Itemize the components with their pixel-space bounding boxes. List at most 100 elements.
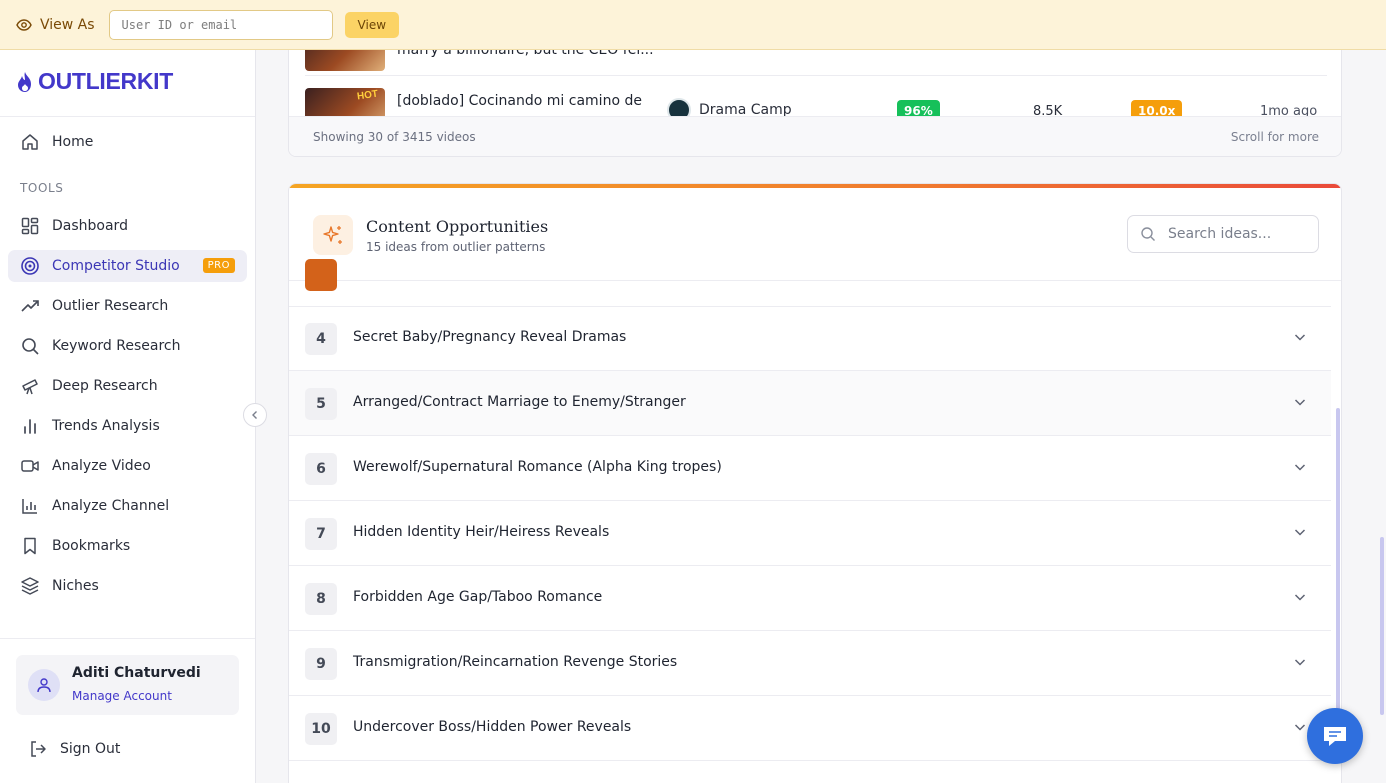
- telescope-icon: [20, 376, 40, 396]
- user-avatar-icon: [28, 669, 60, 701]
- idea-title: Arranged/Contract Marriage to Enemy/Stra…: [353, 394, 686, 410]
- sidebar-item-label: Analyze Video: [52, 458, 151, 474]
- sign-out-label: Sign Out: [60, 741, 121, 757]
- bookmark-icon: [20, 536, 40, 556]
- eye-icon: [16, 17, 32, 33]
- chart-icon: [20, 496, 40, 516]
- idea-number: 7: [305, 518, 337, 550]
- list-item[interactable]: 8 Forbidden Age Gap/Taboo Romance: [289, 566, 1331, 631]
- chat-button[interactable]: [1307, 708, 1363, 764]
- sidebar-item-label: Keyword Research: [52, 338, 181, 354]
- list-item[interactable]: 9 Transmigration/Reincarnation Revenge S…: [289, 631, 1331, 696]
- trending-icon: [20, 296, 40, 316]
- dashboard-icon: [20, 216, 40, 236]
- sidebar-item-analyze-video[interactable]: Analyze Video: [8, 450, 247, 482]
- view-as-bar: View As User ID or email View: [0, 0, 1386, 50]
- view-button[interactable]: View: [344, 11, 400, 38]
- page-scrollbar[interactable]: [1380, 537, 1384, 715]
- divider: [0, 638, 255, 639]
- chevron-down-icon[interactable]: [1293, 460, 1307, 474]
- logo[interactable]: OUTLIERKIT: [16, 68, 173, 95]
- idea-number: 8: [305, 583, 337, 615]
- idea-title: Transmigration/Reincarnation Revenge Sto…: [353, 654, 678, 670]
- idea-number: 5: [305, 388, 337, 420]
- sidebar-item-dashboard[interactable]: Dashboard: [8, 210, 247, 242]
- idea-title: Forbidden Age Gap/Taboo Romance: [353, 589, 603, 605]
- search-icon: [20, 336, 40, 356]
- idea-number: 9: [305, 648, 337, 680]
- chat-icon: [1324, 727, 1346, 746]
- sidebar-item-label: Competitor Studio: [52, 258, 180, 274]
- list-item[interactable]: 6 Werewolf/Supernatural Romance (Alpha K…: [289, 436, 1331, 501]
- video-thumbnail: [305, 50, 385, 71]
- sidebar-item-niches[interactable]: Niches: [8, 570, 247, 602]
- sidebar-item-label: Niches: [52, 578, 99, 594]
- chevron-down-icon[interactable]: [1293, 395, 1307, 409]
- showing-count: Showing 30 of 3415 videos: [313, 130, 476, 144]
- idea-title: Secret Baby/Pregnancy Reveal Dramas: [353, 329, 627, 345]
- idea-title: Werewolf/Supernatural Romance (Alpha Kin…: [353, 459, 722, 475]
- table-row[interactable]: marry a billionaire, but the CEO fel...: [305, 50, 1327, 76]
- video-icon: [20, 456, 40, 476]
- home-icon: [20, 132, 40, 152]
- panel-title: Content Opportunities: [366, 217, 549, 236]
- manage-account-link[interactable]: Manage Account: [72, 689, 172, 703]
- video-title: [doblado] Cocinando mi camino de: [397, 93, 642, 109]
- tools-section-label: TOOLS: [20, 181, 64, 195]
- table-footer: Showing 30 of 3415 videos Scroll for mor…: [289, 116, 1341, 156]
- sidebar-item-label: Trends Analysis: [52, 418, 160, 434]
- sidebar-item-label: Outlier Research: [52, 298, 169, 314]
- sign-out-button[interactable]: Sign Out: [28, 739, 120, 759]
- collapse-sidebar-button[interactable]: [243, 403, 267, 427]
- sidebar-item-keyword-research[interactable]: Keyword Research: [8, 330, 247, 362]
- sidebar-item-label: Home: [52, 134, 94, 150]
- sidebar-item-label: Dashboard: [52, 218, 128, 234]
- scroll-hint: Scroll for more: [1230, 130, 1319, 144]
- chevron-down-icon[interactable]: [1293, 720, 1307, 734]
- idea-number: 6: [305, 453, 337, 485]
- sidebar-item-competitor-studio[interactable]: Competitor Studio PRO: [8, 250, 247, 282]
- divider: [0, 116, 255, 117]
- user-name: Aditi Chaturvedi: [72, 665, 201, 681]
- sidebar-item-label: Bookmarks: [52, 538, 131, 554]
- sidebar-item-label: Deep Research: [52, 378, 158, 394]
- list-item[interactable]: 5 Arranged/Contract Marriage to Enemy/St…: [289, 371, 1331, 436]
- sidebar-item-trends-analysis[interactable]: Trends Analysis: [8, 410, 247, 442]
- logo-text: OUTLIERKIT: [38, 68, 173, 94]
- hot-badge: HOT: [356, 88, 379, 103]
- list-item[interactable]: 10 Undercover Boss/Hidden Power Reveals: [289, 696, 1331, 761]
- list-item[interactable]: 7 Hidden Identity Heir/Heiress Reveals: [289, 501, 1331, 566]
- sidebar-item-analyze-channel[interactable]: Analyze Channel: [8, 490, 247, 522]
- content-opportunities-panel: Content Opportunities 15 ideas from outl…: [288, 183, 1342, 783]
- user-id-input[interactable]: User ID or email: [108, 9, 333, 40]
- search-placeholder: Search ideas...: [1168, 226, 1272, 242]
- view-as-label: View As: [40, 16, 95, 33]
- sidebar-item-home[interactable]: Home: [8, 126, 247, 158]
- idea-number: [305, 259, 337, 291]
- flame-icon: [18, 71, 31, 92]
- idea-title: Undercover Boss/Hidden Power Reveals: [353, 719, 632, 735]
- idea-number: 4: [305, 323, 337, 355]
- sidebar-item-deep-research[interactable]: Deep Research: [8, 370, 247, 402]
- chevron-down-icon[interactable]: [1293, 330, 1307, 344]
- target-icon: [20, 256, 40, 276]
- chevron-down-icon[interactable]: [1293, 525, 1307, 539]
- idea-number: 10: [305, 713, 337, 745]
- idea-title: Hidden Identity Heir/Heiress Reveals: [353, 524, 610, 540]
- chevron-left-icon: [252, 411, 257, 419]
- video-title: marry a billionaire, but the CEO fel...: [397, 50, 654, 58]
- video-table: marry a billionaire, but the CEO fel... …: [288, 50, 1342, 157]
- chevron-down-icon[interactable]: [1293, 590, 1307, 604]
- list-item[interactable]: [289, 242, 1331, 307]
- sidebar-item-label: Analyze Channel: [52, 498, 170, 514]
- sidebar: OUTLIERKIT Home TOOLS Dashboard Competit…: [0, 50, 256, 783]
- sidebar-item-outlier-research[interactable]: Outlier Research: [8, 290, 247, 322]
- account-card[interactable]: Aditi Chaturvedi Manage Account: [16, 655, 239, 715]
- chevron-down-icon[interactable]: [1293, 655, 1307, 669]
- sign-out-icon: [28, 739, 48, 759]
- list-item[interactable]: 4 Secret Baby/Pregnancy Reveal Dramas: [289, 306, 1331, 371]
- sidebar-item-bookmarks[interactable]: Bookmarks: [8, 530, 247, 562]
- panel-scrollbar[interactable]: [1336, 408, 1340, 748]
- search-icon: [1141, 227, 1155, 241]
- layers-icon: [20, 576, 40, 596]
